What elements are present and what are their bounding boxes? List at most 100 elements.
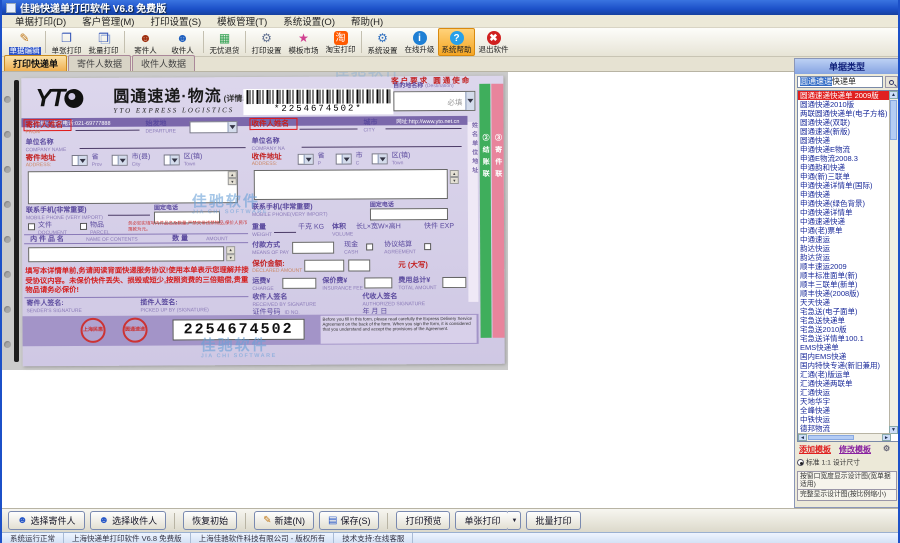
- toolbar-returns-button[interactable]: ▦ 无忧退货: [206, 28, 243, 56]
- template-list-item[interactable]: 德邦物流: [798, 424, 890, 433]
- save-button[interactable]: ▤ 保存(S): [319, 511, 379, 530]
- template-tool-icon[interactable]: ⚙: [883, 444, 890, 453]
- charge-field[interactable]: [282, 278, 316, 289]
- sender-company-field[interactable]: [80, 138, 246, 149]
- template-list-item[interactable]: 两联圆通快递单(电子方格): [798, 109, 890, 118]
- template-list-item[interactable]: 申通E物流2008.3: [798, 154, 890, 163]
- toolbar-print-one-button[interactable]: ❐ 单张打印: [48, 28, 85, 56]
- toolbar-taobao-button[interactable]: 淘 淘宝打印: [322, 28, 359, 56]
- template-list-item[interactable]: EMS快递单: [798, 343, 890, 352]
- agreement-checkbox[interactable]: [424, 243, 431, 250]
- tab-print-waybill[interactable]: 打印快递单: [4, 55, 67, 71]
- template-list-item[interactable]: 申通快递(绿色背景): [798, 199, 890, 208]
- print-single-button[interactable]: 单张打印: [455, 511, 509, 530]
- contents-input[interactable]: [28, 246, 224, 262]
- declared-amount-field2[interactable]: [348, 259, 370, 271]
- parcel-checkbox[interactable]: [80, 223, 87, 230]
- template-list-item[interactable]: 宅急送2010版: [798, 325, 890, 334]
- template-list-item[interactable]: 中通(老)票单: [798, 226, 890, 235]
- toolbar-edit-button[interactable]: ✎ 单据编辑: [6, 28, 43, 56]
- document-checkbox[interactable]: [28, 223, 35, 230]
- toolbar-upgrade-button[interactable]: i 在线升级: [401, 28, 438, 56]
- template-list-item[interactable]: 天天快递: [798, 298, 890, 307]
- template-search-input[interactable]: 圆通速递快递单: [797, 76, 883, 88]
- insurance-fee-field[interactable]: [364, 277, 392, 288]
- template-list-item[interactable]: 申通快递E物流: [798, 145, 890, 154]
- sender-town-select[interactable]: [164, 154, 180, 165]
- toolbar-receiver-button[interactable]: ☻ 收件人: [164, 28, 201, 56]
- template-list-item[interactable]: 汇通(老)版运单: [798, 370, 890, 379]
- destination-dropdown[interactable]: [465, 92, 474, 110]
- menu-item[interactable]: 打印设置(S): [143, 14, 208, 28]
- toolbar-print-settings-button[interactable]: ⚙ 打印设置: [248, 28, 285, 56]
- menu-item[interactable]: 系统设置(O): [276, 14, 342, 28]
- toolbar-sender-button[interactable]: ☻ 寄件人: [127, 28, 164, 56]
- total-amount-field[interactable]: [442, 277, 466, 288]
- menu-item[interactable]: 单据打印(D): [8, 14, 73, 28]
- template-list-item[interactable]: 圆通速递快递单 2009版: [798, 91, 890, 100]
- receiver-name-field[interactable]: [299, 120, 357, 130]
- template-list-item[interactable]: 中通速运: [798, 235, 890, 244]
- template-list-item[interactable]: 宅急送详情单100.1: [798, 334, 890, 343]
- template-list-item[interactable]: 天地华宇: [798, 397, 890, 406]
- tab-sender-data[interactable]: 寄件人数据: [68, 55, 131, 71]
- print-single-dropdown[interactable]: ▼: [508, 511, 521, 530]
- template-list-item[interactable]: 韵达货运: [798, 253, 890, 262]
- template-list-item[interactable]: 圆通快递(双联): [798, 118, 890, 127]
- template-list-item[interactable]: 圆通快递2010版: [798, 100, 890, 109]
- sender-city-select[interactable]: [112, 155, 128, 166]
- new-button[interactable]: ✎ 新建(N): [254, 511, 314, 530]
- template-list-item[interactable]: 顺丰快递(2008版): [798, 289, 890, 298]
- template-list-item[interactable]: 圆通快递: [798, 136, 890, 145]
- template-list-item[interactable]: 申通(新)三联单: [798, 172, 890, 181]
- payment-field[interactable]: [292, 242, 334, 254]
- menu-item[interactable]: 客户管理(M): [75, 14, 141, 28]
- receiver-address-textarea[interactable]: [254, 169, 448, 200]
- template-list-item[interactable]: 全峰快递: [798, 406, 890, 415]
- template-list-item[interactable]: 申通韵和快递: [798, 163, 890, 172]
- sender-mobile-field[interactable]: [108, 207, 150, 216]
- template-list-item[interactable]: 顺丰标准面单(新): [798, 271, 890, 280]
- tab-receiver-data[interactable]: 收件人数据: [132, 55, 195, 71]
- template-list-item[interactable]: 圆通速递(新版): [798, 127, 890, 136]
- template-list-item[interactable]: 国内EMS快递: [798, 352, 890, 361]
- reset-button[interactable]: 恢复初始: [183, 511, 237, 530]
- template-list-item[interactable]: 中通速递快递: [798, 217, 890, 226]
- template-search-button[interactable]: [885, 76, 898, 88]
- receiver-province-select[interactable]: [298, 154, 314, 165]
- receiver-town-select[interactable]: [372, 153, 388, 164]
- toolbar-exit-button[interactable]: ✖ 退出软件: [475, 28, 512, 56]
- cash-checkbox[interactable]: [366, 243, 373, 250]
- template-list-item[interactable]: 国内特快专递(新旧兼用): [798, 361, 890, 370]
- print-batch-button[interactable]: 批量打印: [526, 511, 580, 530]
- receiver-address-spinner[interactable]: ▲▼: [450, 170, 459, 184]
- print-preview-button[interactable]: 打印预览: [396, 511, 450, 530]
- receiver-company-field[interactable]: [302, 137, 462, 148]
- sender-province-select[interactable]: [72, 155, 88, 166]
- template-list-item[interactable]: 顺丰三联单(新单): [798, 280, 890, 289]
- option-fit-width[interactable]: 按窗口宽度显示设计图(宽单据适用): [797, 471, 897, 491]
- receiver-tel-field[interactable]: [370, 208, 448, 220]
- toolbar-system-settings-button[interactable]: ⚙ 系统设置: [364, 28, 401, 56]
- template-list-item[interactable]: 宅急送快递单: [798, 316, 890, 325]
- select-sender-button[interactable]: ☻ 选择寄件人: [8, 511, 85, 530]
- receiver-city-field[interactable]: [385, 119, 461, 129]
- template-list-hscrollbar[interactable]: ◄ ►: [798, 433, 891, 441]
- departure-select[interactable]: [189, 121, 237, 133]
- toolbar-print-batch-button[interactable]: ❒ 批量打印: [85, 28, 122, 56]
- menu-item[interactable]: 帮助(H): [344, 14, 390, 28]
- template-list-item[interactable]: 韵达快运: [798, 244, 890, 253]
- add-template-link[interactable]: 添加模板: [799, 444, 831, 455]
- template-list-item[interactable]: 申通快递详情单(国际): [798, 181, 890, 190]
- menu-item[interactable]: 模板管理(T): [210, 14, 274, 28]
- option-actual-size[interactable]: 标准 1:1 设计尺寸: [797, 459, 897, 467]
- declared-amount-field[interactable]: [304, 260, 344, 272]
- weight-field[interactable]: [274, 224, 296, 233]
- template-list-item[interactable]: 汇通快运: [798, 388, 890, 397]
- template-list-item[interactable]: 宅急送(电子面单): [798, 307, 890, 316]
- destination-input[interactable]: 必填: [393, 91, 475, 111]
- sender-address-spinner[interactable]: ▲▼: [228, 171, 237, 185]
- toolbar-help-button[interactable]: ? 系统帮助: [438, 28, 475, 56]
- template-list-item[interactable]: 申通快递: [798, 190, 890, 199]
- template-list-item[interactable]: 中通快递详情单: [798, 208, 890, 217]
